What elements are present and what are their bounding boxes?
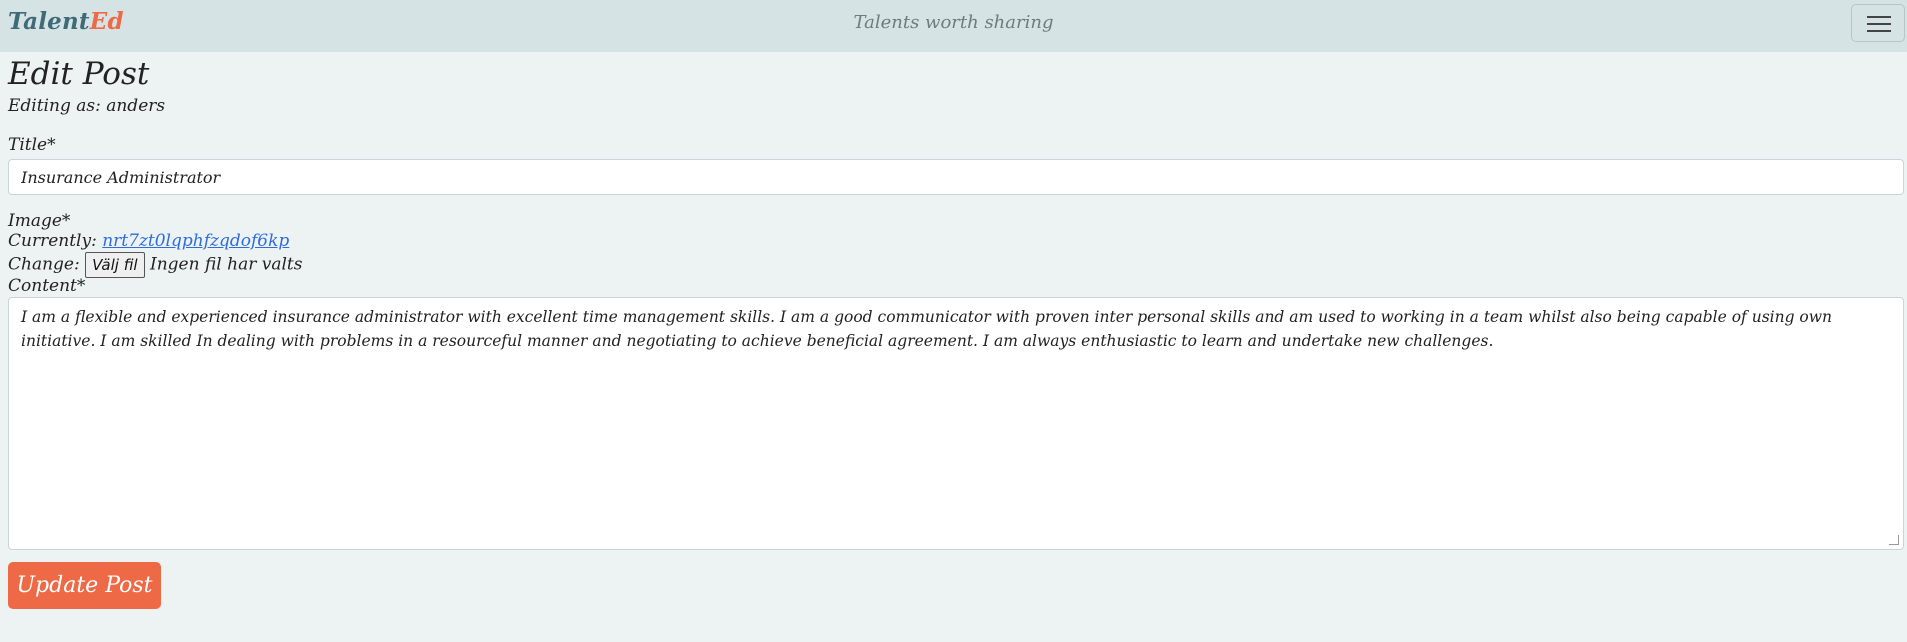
change-label: Change: [8, 254, 80, 275]
update-post-button[interactable]: Update Post [8, 562, 161, 609]
currently-label: Currently: [8, 231, 97, 251]
hamburger-icon-bar [1867, 30, 1891, 32]
choose-file-button[interactable]: Välj fil [85, 252, 145, 278]
page-title: Edit Post [8, 56, 150, 92]
current-image-link[interactable]: nrt7zt0lqphfzqdof6kp [102, 231, 289, 251]
tagline: Talents worth sharing [853, 12, 1054, 33]
content-label: Content* [8, 276, 86, 296]
navbar: TalentEd Talents worth sharing [0, 0, 1907, 52]
current-image-row: Currently: nrt7zt0lqphfzqdof6kp [8, 229, 289, 253]
content-textarea[interactable]: I am a flexible and experienced insuranc… [8, 297, 1904, 550]
file-status-text: Ingen fil har valts [150, 254, 303, 275]
hamburger-icon-bar [1867, 16, 1891, 18]
resize-grip-icon[interactable] [1889, 535, 1899, 545]
hamburger-icon-bar [1867, 23, 1891, 25]
content-text: I am a flexible and experienced insuranc… [21, 308, 1833, 350]
menu-toggle-button[interactable] [1851, 4, 1905, 42]
title-input[interactable] [8, 159, 1904, 195]
editing-as-text: Editing as: anders [8, 96, 166, 116]
title-label: Title* [8, 135, 56, 155]
